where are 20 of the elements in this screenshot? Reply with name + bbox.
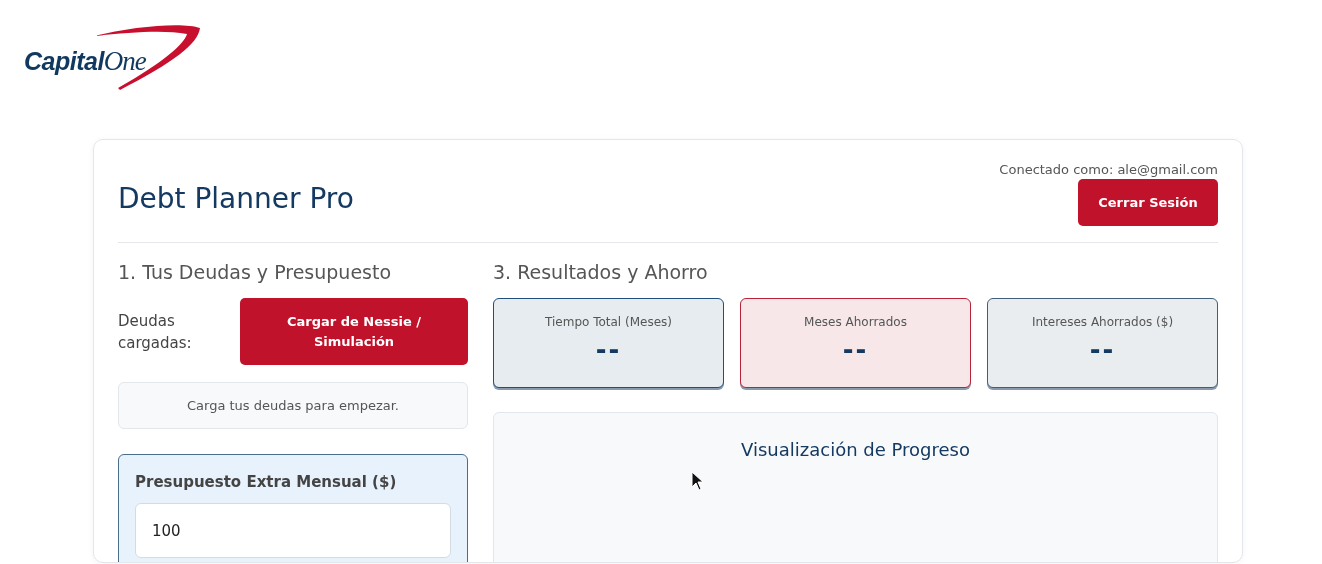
empty-message: Carga tus deudas para empezar. (118, 382, 468, 429)
app-title: Debt Planner Pro (118, 182, 354, 215)
section-heading: 3. Resultados y Ahorro (493, 261, 709, 283)
budget-label: Presupuesto Extra Mensual ($) (135, 473, 398, 491)
stat-label: Intereses Ahorrados ($) (1031, 315, 1174, 329)
stat-label: Tiempo Total (Meses) (545, 315, 672, 329)
load-debts-button[interactable]: Cargar de Nessie / Simulación (240, 298, 468, 365)
stat-value: -- (1089, 335, 1116, 365)
section-heading: 1. Tus Deudas y Presupuesto (118, 261, 393, 283)
budget-field[interactable]: 100 (135, 503, 451, 558)
cursor-icon (691, 471, 705, 491)
stat-value: -- (842, 335, 869, 365)
logo-text: One (103, 46, 146, 77)
logo-text: Capital (24, 47, 104, 76)
stat-label: Meses Ahorrados (804, 315, 907, 329)
stat-value: -- (595, 335, 622, 365)
panel-title: Visualización de Progreso (741, 439, 970, 462)
debts-label: Deudas cargadas: (118, 310, 193, 354)
logout-button[interactable]: Cerrar Sesión (1078, 179, 1218, 226)
user-label: Conectado como: ale@gmail.com (999, 162, 1218, 177)
